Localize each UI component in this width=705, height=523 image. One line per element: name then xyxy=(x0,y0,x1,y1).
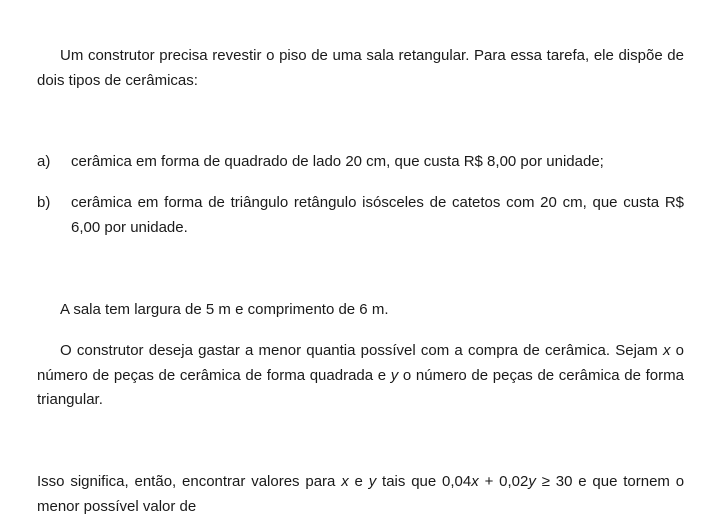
conclusion-text-1: Isso significa, então, encontrar valores… xyxy=(37,473,336,490)
conclusion-text-3: + 0,02 xyxy=(484,473,529,490)
list-item-b-text: cerâmica em forma de triângulo retângulo… xyxy=(71,194,684,236)
variable-y: y xyxy=(528,473,536,490)
list-item-a-text: cerâmica em forma de quadrado de lado 20… xyxy=(71,153,604,170)
variable-x: x xyxy=(662,342,671,359)
variable-x: x xyxy=(471,473,479,490)
builder-text-1: O construtor deseja gastar a menor quant… xyxy=(60,342,658,359)
list-item-b-label: b) xyxy=(37,194,51,211)
variable-x: x xyxy=(341,473,349,490)
variable-y: y xyxy=(368,473,377,490)
list-item-b: b) cerâmica em forma de triângulo retâng… xyxy=(37,191,684,240)
conclusion-and: e xyxy=(354,473,363,490)
builder-paragraph: O construtor deseja gastar a menor quant… xyxy=(37,339,684,413)
list-item-a-label: a) xyxy=(37,153,51,170)
list-item-a: a) cerâmica em forma de quadrado de lado… xyxy=(37,150,684,175)
variable-y: y xyxy=(390,366,399,384)
room-paragraph: A sala tem largura de 5 m e comprimento … xyxy=(60,301,389,318)
conclusion-text-2: tais que 0,04 xyxy=(382,473,472,490)
document-page: Um construtor precisa revestir o piso de… xyxy=(0,0,705,523)
intro-paragraph: Um construtor precisa revestir o piso de… xyxy=(37,47,684,89)
conclusion-paragraph: Isso significa, então, encontrar valores… xyxy=(37,470,684,519)
